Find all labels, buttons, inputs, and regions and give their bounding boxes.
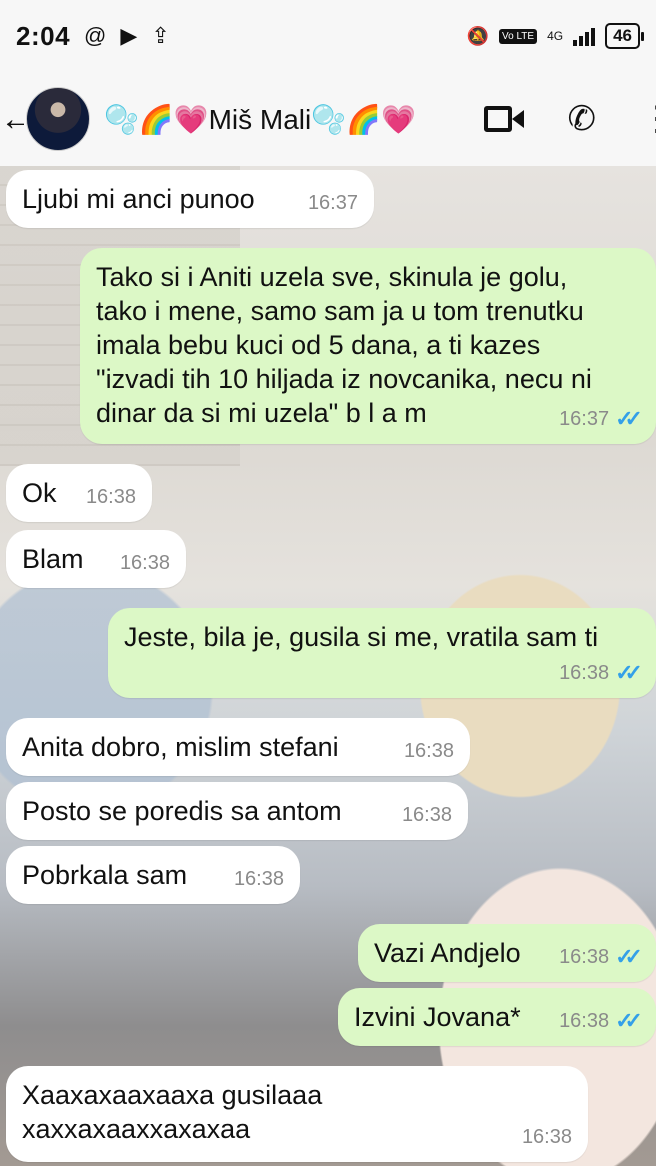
- message-incoming[interactable]: Blam 16:38: [6, 530, 186, 588]
- message-time: 16:38: [85, 486, 136, 508]
- message-time: 16:37: [307, 192, 358, 214]
- message-outgoing[interactable]: Jeste, bila je, gusila si me, vratila sa…: [108, 608, 656, 698]
- threads-icon: @: [84, 23, 107, 48]
- message-time: 16:38: [119, 552, 170, 574]
- message-time: 16:37: [559, 408, 610, 430]
- chat-area[interactable]: Ljubi mi anci punoo 16:37 Tako si i Anit…: [0, 166, 656, 1166]
- read-ticks-icon: ✓✓: [615, 406, 643, 431]
- message-time: 16:38: [559, 1010, 610, 1032]
- message-text: Xaaxaxaaxaaxa gusilaaa xaxxaxaaxxaxaxaa: [22, 1080, 323, 1144]
- message-incoming[interactable]: Ljubi mi anci punoo 16:37: [6, 170, 374, 228]
- message-time: 16:38: [521, 1126, 572, 1148]
- video-call-icon[interactable]: [483, 104, 524, 134]
- chat-header: ← 🫧🌈💗Miš Mali🫧🌈💗 ✆ ⋮: [0, 72, 656, 166]
- message-time: 16:38: [401, 804, 452, 826]
- status-time: 2:04: [16, 20, 71, 51]
- volte-badge: Vo LTE: [499, 28, 538, 44]
- message-incoming[interactable]: Posto se poredis sa antom 16:38: [6, 782, 468, 840]
- message-time: 16:38: [559, 662, 610, 684]
- back-arrow-icon[interactable]: ←: [0, 100, 24, 139]
- message-incoming[interactable]: Ok 16:38: [6, 464, 152, 522]
- more-options-icon[interactable]: ⋮: [640, 99, 656, 139]
- message-incoming[interactable]: Pobrkala sam 16:38: [6, 846, 300, 904]
- message-outgoing[interactable]: Tako si i Aniti uzela sve, skinula je go…: [80, 248, 656, 444]
- message-incoming[interactable]: Anita dobro, mislim stefani 16:38: [6, 718, 470, 776]
- message-time: 16:38: [403, 740, 454, 762]
- read-ticks-icon: ✓✓: [615, 1008, 643, 1033]
- read-ticks-icon: ✓✓: [615, 944, 643, 969]
- upload-icon: ⇪: [151, 23, 170, 48]
- voice-call-icon[interactable]: ✆: [568, 99, 597, 139]
- status-bar: 2:04 @ ▶ ⇪ 🔕 Vo LTE 4G 46: [0, 0, 656, 72]
- message-text: Jeste, bila je, gusila si me, vratila sa…: [124, 622, 599, 652]
- signal-icon: [573, 26, 596, 46]
- contact-avatar[interactable]: [26, 87, 90, 151]
- message-time: 16:38: [233, 868, 284, 890]
- message-text: Posto se poredis sa antom: [22, 796, 342, 826]
- message-outgoing[interactable]: Izvini Jovana* 16:38 ✓✓: [338, 988, 656, 1046]
- message-text: Anita dobro, mislim stefani: [22, 732, 339, 762]
- network-type: 4G: [547, 29, 564, 43]
- battery-indicator: 46: [605, 23, 644, 49]
- message-outgoing[interactable]: Vazi Andjelo 16:38 ✓✓: [358, 924, 656, 982]
- mute-icon: 🔕: [466, 25, 489, 46]
- message-incoming[interactable]: Xaaxaxaaxaaxa gusilaaa xaxxaxaaxxaxaxaa …: [6, 1066, 588, 1162]
- contact-name[interactable]: 🫧🌈💗Miš Mali🫧🌈💗: [104, 103, 416, 136]
- read-ticks-icon: ✓✓: [615, 660, 643, 685]
- play-icon: ▶: [120, 23, 138, 48]
- message-time: 16:38: [559, 946, 610, 968]
